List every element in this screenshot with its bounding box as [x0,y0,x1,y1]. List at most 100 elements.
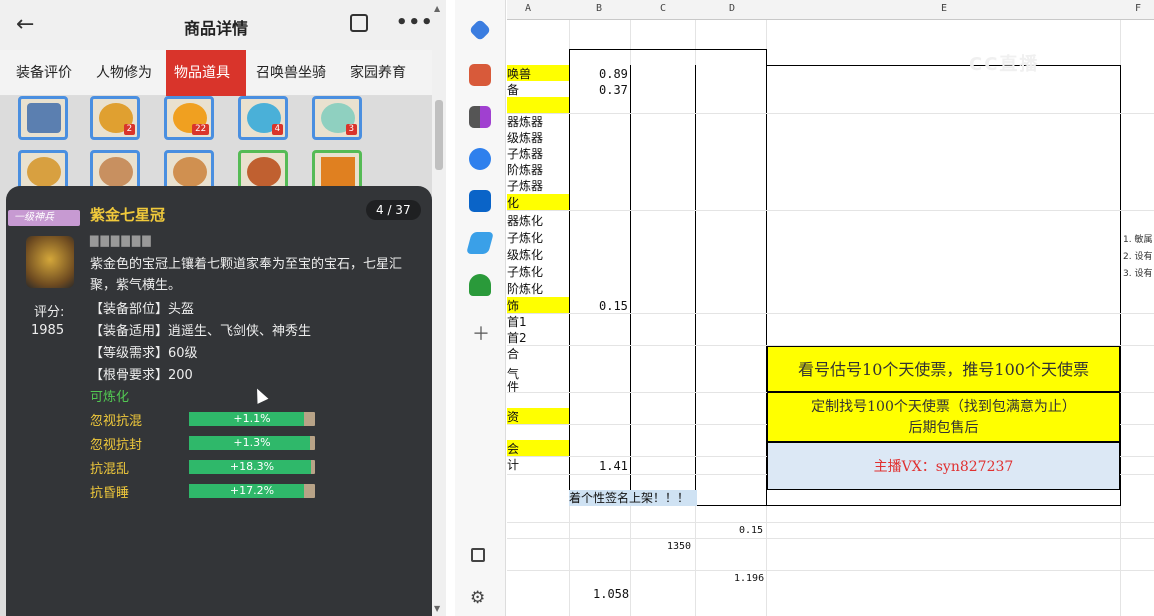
row-label[interactable]: 级炼化 [507,248,543,262]
row-label[interactable]: 器炼器 [507,115,543,129]
row-label[interactable]: 唤兽 [507,67,531,81]
col-header[interactable]: A [525,3,531,14]
item-count: 4 [271,124,283,135]
col-header[interactable]: D [729,3,735,14]
bonus-bar: +18.3% [189,460,315,474]
row-label[interactable]: 子炼化 [507,231,543,245]
item-count: 2 [123,124,135,135]
attr-level: 【等级需求】60级 [90,346,198,361]
col-header[interactable]: E [941,3,947,14]
bonus-bar: +1.3% [189,436,315,450]
tree-icon[interactable] [469,274,491,296]
row-label[interactable]: 饰 [507,299,519,313]
col-header[interactable]: B [596,3,602,14]
bonus-label: 抗昏睡 [90,486,130,501]
cell-value[interactable]: 1.196 [734,573,764,584]
scroll-up-icon[interactable]: ▲ [434,4,440,13]
row-label[interactable]: 资 [507,410,519,424]
score-label: 评分: [34,305,65,320]
top-bar: ← 商品详情 ••• [0,0,432,50]
tab-home[interactable]: 家园养育 [342,50,414,96]
promo-line: 后期包售后 [908,420,979,436]
stars: ▇▇▇▇▇▇ [90,234,153,247]
item-slot[interactable]: 4 [238,96,288,140]
row-label[interactable]: 器炼化 [507,214,543,228]
item-count: 3 [345,124,357,135]
item-detail-popup: 一级神兵 紫金七星冠 4 / 37 ▇▇▇▇▇▇ 紫金色的宝冠上镶着七颗道家奉为… [6,186,432,616]
cell-value[interactable]: 1.41 [599,459,628,473]
tag-icon[interactable] [468,18,492,42]
row-label[interactable]: 阶炼化 [507,282,543,296]
scrollbar[interactable] [432,0,446,616]
bonus-label: 忽视抗封 [90,438,143,453]
spreadsheet: A B C D E F 唤兽 备 器炼器 级炼器 子炼器 阶炼器 子炼器 化 器… [507,0,1154,616]
watermark: CC直播 [969,54,1040,75]
attr-slot: 【装备部位】头盔 [90,302,195,317]
cell-value[interactable]: 0.15 [599,299,628,313]
tab-items[interactable]: 物品道具 [166,50,246,96]
settings-icon[interactable]: ⚙ [470,588,485,608]
item-slot[interactable]: 2 [90,96,140,140]
tab-summons-mounts[interactable]: 召唤兽坐骑 [248,50,334,96]
row-label[interactable]: 首2 [507,331,527,345]
row-label[interactable]: 化 [507,196,519,210]
note-text: 1. 敏属 [1123,235,1153,245]
col-header[interactable]: F [1135,3,1141,14]
games-icon[interactable] [469,106,491,128]
row-label[interactable]: 级炼器 [507,131,543,145]
copilot-icon[interactable] [469,148,491,170]
note-text: 2. 设有 [1123,252,1153,262]
promo-banner-valuation[interactable]: 看号估号10个天使票，推号100个天使票 [767,346,1120,392]
row-label[interactable]: 合 [507,347,519,361]
scrollbar-thumb[interactable] [435,100,443,170]
item-description: 紫金色的宝冠上镶着七颗道家奉为至宝的宝石，七星汇聚，紫气横生。 [90,257,403,293]
cell-value[interactable]: 1.058 [593,587,629,601]
scroll-down-icon[interactable]: ▼ [434,604,440,613]
item-slot[interactable]: 3 [312,96,362,140]
promo-line: 定制找号100个天使票（找到包满意为止） [811,399,1076,415]
tab-equipment-review[interactable]: 装备评价 [8,50,80,96]
sidebar-toggle-icon[interactable] [471,548,485,562]
share-icon[interactable] [350,14,368,32]
signature-note[interactable]: 着个性签名上架！！！ [569,490,697,506]
browser-sidebar: ＋ ⚙ [455,0,506,616]
row-label[interactable]: 子炼化 [507,265,543,279]
page-indicator: 4 / 37 [366,200,421,220]
row-label[interactable]: 阶炼器 [507,163,543,177]
more-icon[interactable]: ••• [396,12,432,33]
contact-banner[interactable]: 主播VX：syn827237 [767,442,1120,490]
add-icon[interactable]: ＋ [472,320,490,346]
category-tabs: 装备评价 人物修为 物品道具 召唤兽坐骑 家园养育 [0,50,432,96]
table-border [630,65,696,490]
cell-value[interactable]: 0.37 [599,83,628,97]
score-value: 1985 [31,323,65,338]
item-slot[interactable]: 22 [164,96,214,140]
briefcase-icon[interactable] [469,64,491,86]
cell-value[interactable]: 0.89 [599,67,628,81]
cell-value[interactable]: 0.15 [739,525,763,536]
row-label[interactable]: 会 [507,442,519,456]
tab-character-cultivation[interactable]: 人物修为 [88,50,160,96]
phone-app-panel: ← 商品详情 ••• 装备评价 人物修为 物品道具 召唤兽坐骑 家园养育 2 2… [0,0,432,616]
row-label[interactable]: 计 [507,458,519,472]
helmet-icon [26,236,74,288]
attr-bone: 【根骨要求】200 [90,368,193,383]
note-text: 3. 设有 [1123,269,1153,279]
row-label[interactable]: 首1 [507,315,527,329]
promo-banner-custom[interactable]: 定制找号100个天使票（找到包满意为止） 后期包售后 [767,392,1120,442]
send-icon[interactable] [466,232,494,254]
row-label[interactable]: 气 [507,367,519,381]
cell-value[interactable]: 1350 [667,541,691,552]
bonus-bar: +17.2% [189,484,315,498]
row-label[interactable]: 备 [507,83,519,97]
outlook-icon[interactable] [469,190,491,212]
bonus-bar: +1.1% [189,412,315,426]
item-count: 22 [192,124,209,135]
bonus-label: 忽视抗混 [90,414,143,429]
col-header[interactable]: C [660,3,666,14]
refine-label: 可炼化 [90,390,130,405]
row-label[interactable]: 子炼器 [507,147,543,161]
rank-badge: 一级神兵 [8,210,80,226]
row-label[interactable]: 子炼器 [507,179,543,193]
item-slot[interactable] [18,96,68,140]
